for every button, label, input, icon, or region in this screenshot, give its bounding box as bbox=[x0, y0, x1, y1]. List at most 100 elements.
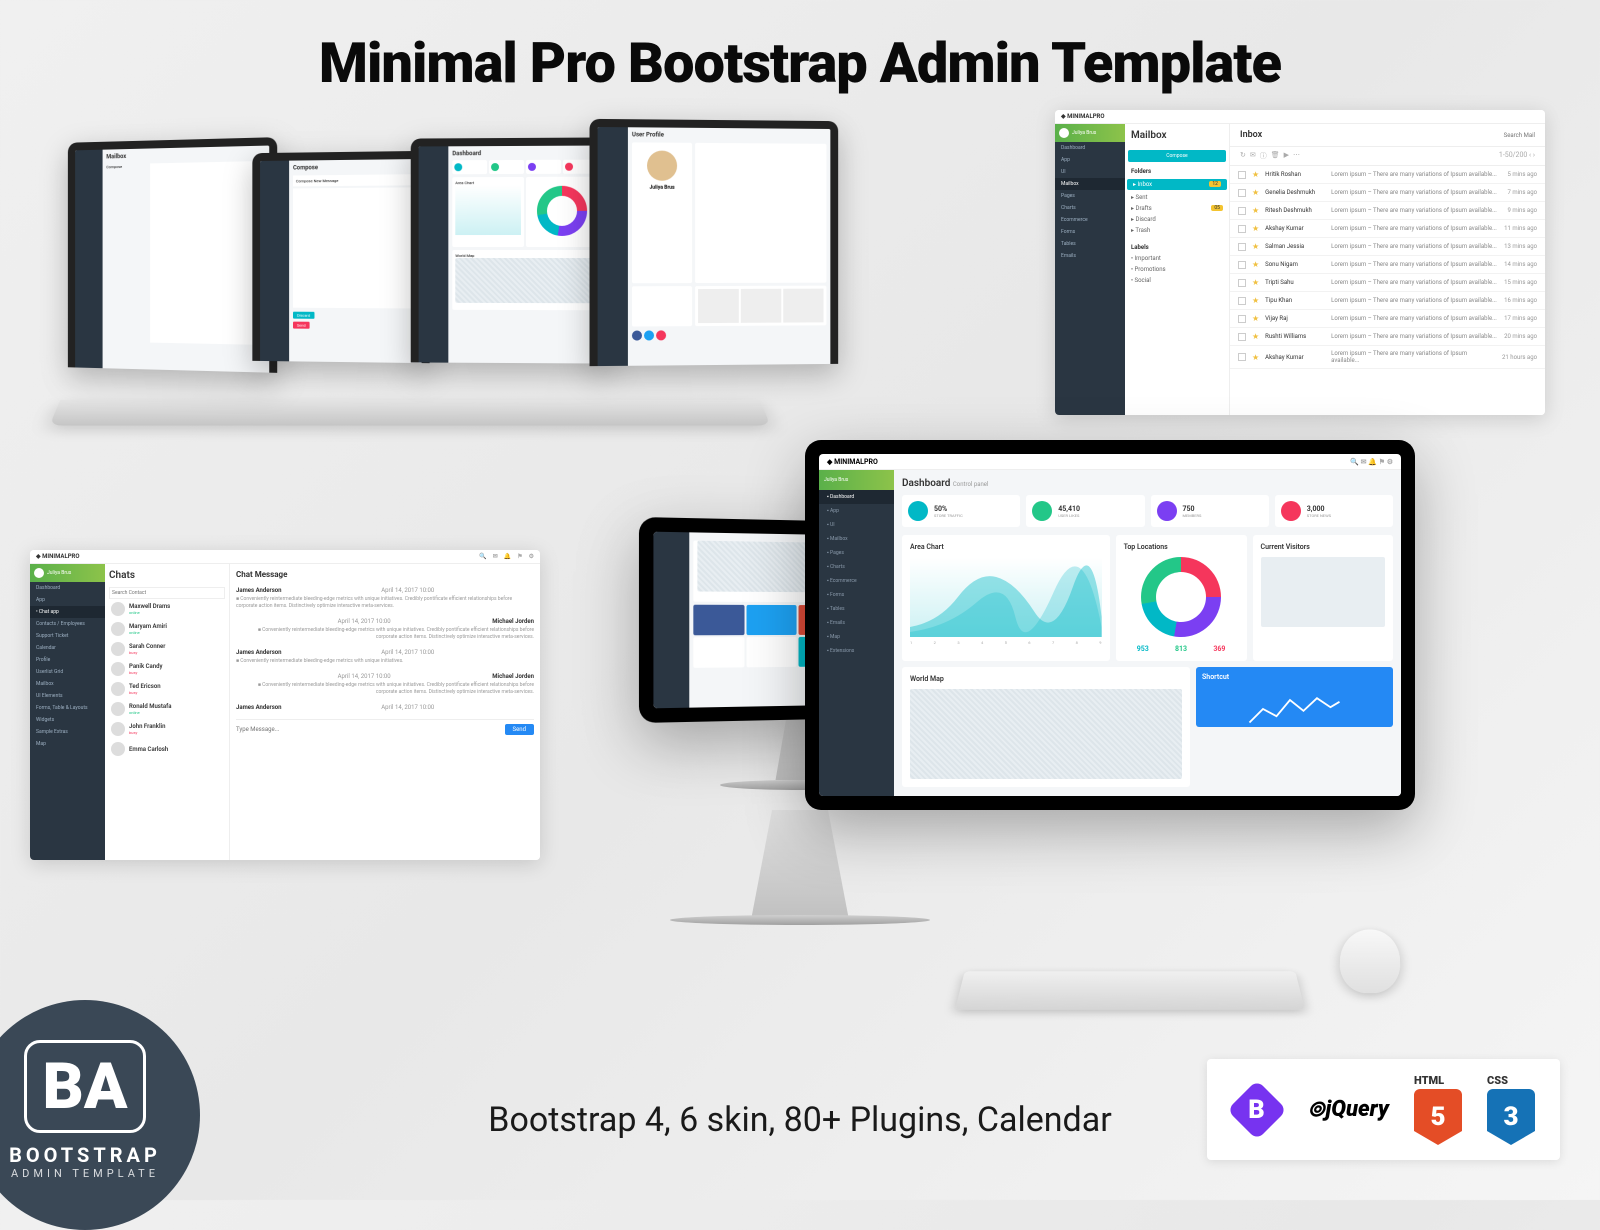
sidebar-item[interactable]: UI bbox=[1055, 166, 1125, 178]
folder-item[interactable]: ▸ Inbox 12 bbox=[1127, 179, 1227, 190]
contact-item[interactable]: John Franklinbusy bbox=[109, 719, 225, 739]
chat-message: April 14, 2017 10:00Michael Jorden■ Conv… bbox=[236, 673, 534, 696]
send-button[interactable]: Send bbox=[505, 724, 534, 735]
sidebar-item[interactable]: ▪ Extensions bbox=[819, 644, 894, 658]
sidebar-item[interactable]: Mailbox bbox=[1055, 178, 1125, 190]
sidebar-item[interactable]: Ecommerce bbox=[1055, 214, 1125, 226]
contact-item[interactable]: Ted Ericsonbusy bbox=[109, 679, 225, 699]
sidebar-item[interactable]: • Chat app bbox=[30, 606, 105, 618]
sidebar-item[interactable]: ▪ App bbox=[819, 504, 894, 518]
contact-item[interactable]: Maryam Amirionline bbox=[109, 619, 225, 639]
stat-card: 50%STORE TRAFFIC bbox=[902, 495, 1020, 527]
sidebar-item[interactable]: Support Ticket bbox=[30, 630, 105, 642]
folder-item[interactable]: ▸ Trash bbox=[1125, 225, 1229, 236]
flag-icon[interactable]: ⚑ bbox=[517, 553, 522, 560]
html5-icon: 5 bbox=[1414, 1089, 1462, 1145]
stat-card: 45,410USER LIKES bbox=[1026, 495, 1144, 527]
sidebar-item[interactable]: Pages bbox=[1055, 190, 1125, 202]
sidebar-item[interactable]: Widgets bbox=[30, 714, 105, 726]
sidebar-item[interactable]: Map bbox=[30, 738, 105, 750]
sidebar-item[interactable]: App bbox=[30, 594, 105, 606]
mailbox-screenshot: ◆ MINIMALPRO Juliya Brus DashboardAppUIM… bbox=[1055, 110, 1545, 415]
sidebar-item[interactable]: Emails bbox=[1055, 250, 1125, 262]
folder-item[interactable]: ▸ Discard bbox=[1125, 214, 1229, 225]
jquery-icon: ⊚jQuery bbox=[1307, 1097, 1389, 1122]
chat-screenshot: ◆ MINIMALPRO🔍✉🔔⚑⚙ Juliya Brus DashboardA… bbox=[30, 550, 540, 860]
sidebar: Juliya Brus DashboardAppUIMailboxPagesCh… bbox=[1055, 124, 1125, 415]
tech-logos: B ⊚jQuery HTML5 CSS3 bbox=[1207, 1059, 1560, 1160]
sidebar-item[interactable]: ▪ Pages bbox=[819, 546, 894, 560]
contact-item[interactable]: Emma Carlosh bbox=[109, 739, 225, 759]
chat-message: James AndersonApril 14, 2017 10:00■ Conv… bbox=[236, 649, 534, 665]
sidebar-item[interactable]: Mailbox bbox=[30, 678, 105, 690]
chat-message: James AndersonApril 14, 2017 10:00 bbox=[236, 704, 534, 711]
sidebar-item[interactable]: Userlist Grid bbox=[30, 666, 105, 678]
mail-row[interactable]: ★Rushti WilliamsLorem ipsum – There are … bbox=[1230, 328, 1545, 346]
mail-icon[interactable]: ✉ bbox=[493, 553, 498, 560]
mail-row[interactable]: ★Tripti SahuLorem ipsum – There are many… bbox=[1230, 274, 1545, 292]
sidebar-item[interactable]: ▪ Tables bbox=[819, 602, 894, 616]
sidebar-item[interactable]: Forms bbox=[1055, 226, 1125, 238]
mail-row[interactable]: ★Genelia DeshmukhLorem ipsum – There are… bbox=[1230, 184, 1545, 202]
visitors-panel: Current Visitors bbox=[1253, 535, 1394, 661]
mail-row[interactable]: ★Tipu KhanLorem ipsum – There are many v… bbox=[1230, 292, 1545, 310]
laptop-band: Mailbox Compose Compose Compose New Mess… bbox=[60, 130, 860, 410]
sidebar-item[interactable]: Dashboard bbox=[1055, 142, 1125, 154]
mail-row[interactable]: ★Akshay KumarLorem ipsum – There are man… bbox=[1230, 220, 1545, 238]
search-icon[interactable]: 🔍 bbox=[479, 553, 486, 560]
folder-item[interactable]: ▸ Drafts 05 bbox=[1125, 203, 1229, 214]
mail-row[interactable]: ★Hritik RoshanLorem ipsum – There are ma… bbox=[1230, 166, 1545, 184]
search-input[interactable] bbox=[1459, 130, 1535, 140]
brand-logo: ◆ MINIMALPRO bbox=[1061, 113, 1105, 120]
message-input[interactable] bbox=[236, 724, 501, 735]
sidebar-item[interactable]: ▪ Forms bbox=[819, 588, 894, 602]
sidebar-item[interactable]: Contacts / Employees bbox=[30, 618, 105, 630]
area-chart-panel: Area Chart 123456789 bbox=[902, 535, 1110, 661]
sidebar-item[interactable]: Dashboard bbox=[30, 582, 105, 594]
folder-item[interactable]: ▸ Sent bbox=[1125, 192, 1229, 203]
sidebar-item[interactable]: ▪ Map bbox=[819, 630, 894, 644]
contact-item[interactable]: Ronald Mustafaonline bbox=[109, 699, 225, 719]
sidebar-item[interactable]: ▪ Emails bbox=[819, 616, 894, 630]
sidebar-item[interactable]: ▪ Ecommerce bbox=[819, 574, 894, 588]
sidebar-item[interactable]: ▪ Charts bbox=[819, 560, 894, 574]
mail-row[interactable]: ★Ritesh DeshmukhLorem ipsum – There are … bbox=[1230, 202, 1545, 220]
mail-row[interactable]: ★Salman JessiaLorem ipsum – There are ma… bbox=[1230, 238, 1545, 256]
sidebar-item[interactable]: ▪ Mailbox bbox=[819, 532, 894, 546]
label-item[interactable]: • Social bbox=[1125, 275, 1229, 286]
donut-panel: Top Locations 953813369 bbox=[1116, 535, 1247, 661]
sidebar-item[interactable]: Charts bbox=[1055, 202, 1125, 214]
imac-big: ◆ MINIMALPRO🔍 ✉ 🔔 ⚑ ⚙ Juliya Brus ▪ Dash… bbox=[805, 440, 1415, 810]
sidebar-item[interactable]: ▪ Dashboard bbox=[819, 490, 894, 504]
stat-card: 750MEMBERS bbox=[1151, 495, 1269, 527]
sidebar-item[interactable]: Tables bbox=[1055, 238, 1125, 250]
contact-list: Chats Maxwell DramsonlineMaryam Amirionl… bbox=[105, 564, 230, 860]
dashboard-sidebar: Juliya Brus ▪ Dashboard▪ App▪ UI▪ Mailbo… bbox=[819, 470, 894, 796]
sidebar-item[interactable]: Profile bbox=[30, 654, 105, 666]
stat-card: 3,000STORE NEWS bbox=[1275, 495, 1393, 527]
gear-icon[interactable]: ⚙ bbox=[529, 553, 534, 560]
contact-item[interactable]: Sarah Connerbusy bbox=[109, 639, 225, 659]
contact-item[interactable]: Maxwell Dramsonline bbox=[109, 599, 225, 619]
label-item[interactable]: • Promotions bbox=[1125, 264, 1229, 275]
sidebar-item[interactable]: Calendar bbox=[30, 642, 105, 654]
compose-button[interactable]: Compose bbox=[1128, 150, 1226, 162]
mail-row[interactable]: ★Sonu NigamLorem ipsum – There are many … bbox=[1230, 256, 1545, 274]
sidebar-item[interactable]: Forms, Table & Layouts bbox=[30, 702, 105, 714]
keyboard bbox=[955, 971, 1305, 1010]
contact-item[interactable]: Panik Candybusy bbox=[109, 659, 225, 679]
mail-row[interactable]: ★Akshay KumarLorem ipsum – There are man… bbox=[1230, 346, 1545, 369]
label-item[interactable]: • Important bbox=[1125, 253, 1229, 264]
stat-cards: 50%STORE TRAFFIC45,410USER LIKES750MEMBE… bbox=[902, 495, 1393, 527]
mouse bbox=[1339, 929, 1401, 993]
bootstrap-admin-badge: BA BOOTSTRAP ADMIN TEMPLATE bbox=[0, 1000, 200, 1230]
bootstrap-icon: B bbox=[1227, 1079, 1287, 1139]
sidebar-item[interactable]: Sample Extras bbox=[30, 726, 105, 738]
sidebar-item[interactable]: UI Elements bbox=[30, 690, 105, 702]
mail-row[interactable]: ★Vijay RajLorem ipsum – There are many v… bbox=[1230, 310, 1545, 328]
sidebar-item[interactable]: ▪ UI bbox=[819, 518, 894, 532]
bell-icon[interactable]: 🔔 bbox=[504, 553, 511, 560]
search-contact-input[interactable] bbox=[109, 587, 225, 599]
sidebar-item[interactable]: App bbox=[1055, 154, 1125, 166]
mailbox-list: Inbox ↻✉ⓘ🗑▶⋯ 1-50/200 ‹ › ★Hritik Roshan… bbox=[1230, 124, 1545, 415]
